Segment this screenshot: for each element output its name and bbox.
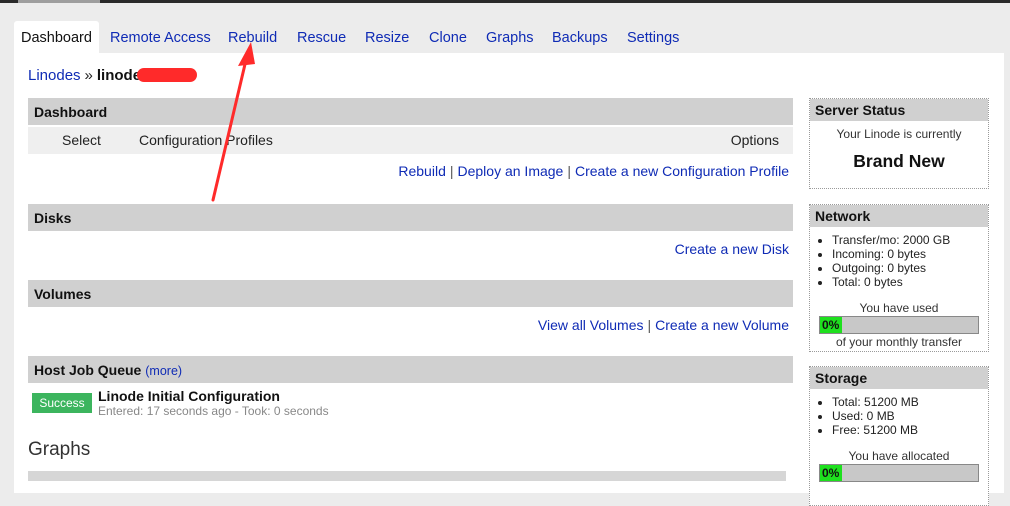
network-box: Network Transfer/mo: 2000 GB Incoming: 0… — [809, 204, 989, 352]
storage-meter-text: 0% — [822, 466, 840, 480]
storage-stat: Used: 0 MB — [832, 409, 988, 423]
tab-dashboard[interactable]: Dashboard — [14, 21, 99, 54]
server-status-header: Server Status — [810, 99, 988, 121]
rebuild-link[interactable]: Rebuild — [398, 163, 445, 179]
network-stat: Total: 0 bytes — [832, 275, 988, 289]
top-bar-active-marker — [18, 0, 100, 3]
config-profiles-table-header: Select Configuration Profiles Options — [28, 127, 793, 154]
column-options: Options — [730, 132, 779, 148]
network-header: Network — [810, 205, 988, 227]
server-status-line: Your Linode is currently — [836, 127, 962, 141]
status-badge: Success — [32, 393, 92, 413]
tab-settings[interactable]: Settings — [627, 21, 679, 53]
tab-clone[interactable]: Clone — [429, 21, 467, 53]
network-stat: Outgoing: 0 bytes — [832, 261, 988, 275]
more-link[interactable]: (more) — [145, 364, 182, 378]
host-job-queue-header: Host Job Queue (more) — [28, 356, 793, 383]
disks-section-header: Disks — [28, 204, 793, 231]
breadcrumb-linodes-link[interactable]: Linodes — [28, 67, 81, 84]
network-stat: Transfer/mo: 2000 GB — [832, 233, 988, 247]
storage-header: Storage — [810, 367, 988, 389]
network-stat: Incoming: 0 bytes — [832, 247, 988, 261]
storage-allocated-label: You have allocated — [848, 449, 950, 463]
breadcrumb: Linodes» linode — [28, 67, 198, 84]
column-configuration-profiles: Configuration Profiles — [139, 132, 273, 148]
breadcrumb-separator: » — [84, 67, 93, 84]
dashboard-actions: Rebuild | Deploy an Image | Create a new Con… — [398, 163, 789, 179]
storage-stat: Free: 51200 MB — [832, 423, 988, 437]
view-volumes-link[interactable]: View all Volumes — [538, 317, 644, 333]
network-meter-caption: of your monthly transfer — [835, 335, 963, 349]
server-status-box: Server Status Your Linode is currently B… — [809, 98, 989, 189]
column-select: Select — [62, 132, 101, 148]
storage-stat: Total: 51200 MB — [832, 395, 988, 409]
dashboard-section-header: Dashboard — [28, 98, 793, 125]
disks-actions: Create a new Disk — [675, 241, 789, 257]
create-config-profile-link[interactable]: Create a new Configuration Profile — [575, 163, 789, 179]
host-job-queue-title: Host Job Queue — [34, 362, 142, 378]
tab-graphs[interactable]: Graphs — [486, 21, 534, 53]
network-stats: Transfer/mo: 2000 GB Incoming: 0 bytes O… — [810, 233, 988, 289]
create-volume-link[interactable]: Create a new Volume — [655, 317, 789, 333]
storage-meter: 0% — [819, 464, 979, 482]
redaction-mark — [137, 68, 198, 82]
volumes-section-header: Volumes — [28, 280, 793, 307]
tab-backups[interactable]: Backups — [552, 21, 608, 53]
server-state: Brand New — [853, 151, 945, 171]
tab-rebuild[interactable]: Rebuild — [228, 21, 277, 53]
tab-resize[interactable]: Resize — [365, 21, 409, 53]
deploy-image-link[interactable]: Deploy an Image — [458, 163, 564, 179]
storage-stats: Total: 51200 MB Used: 0 MB Free: 51200 M… — [810, 395, 988, 437]
storage-box: Storage Total: 51200 MB Used: 0 MB Free:… — [809, 366, 989, 506]
job-meta: Entered: 17 seconds ago - Took: 0 second… — [98, 404, 329, 418]
tab-rescue[interactable]: Rescue — [297, 21, 346, 53]
network-used-label: You have used — [859, 301, 939, 315]
transfer-meter: 0% — [819, 316, 979, 334]
create-disk-link[interactable]: Create a new Disk — [675, 241, 789, 257]
volumes-actions: View all Volumes | Create a new Volume — [537, 317, 789, 333]
breadcrumb-current: linode — [96, 67, 142, 84]
job-title: Linode Initial Configuration — [98, 388, 280, 404]
transfer-meter-text: 0% — [822, 318, 840, 332]
tab-remote-access[interactable]: Remote Access — [110, 21, 211, 53]
top-bar — [0, 0, 1010, 3]
graphs-title: Graphs — [28, 439, 91, 460]
main-panel: Linodes» linode Dashboard Select Configur… — [14, 53, 1004, 506]
